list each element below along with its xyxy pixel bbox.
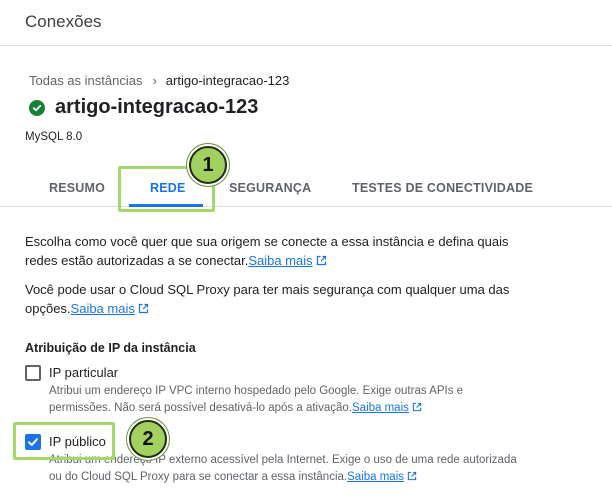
tab-rede[interactable]: REDE bbox=[150, 181, 186, 195]
public-ip-desc-line-2: ou do Cloud SQL Proxy para se conectar a… bbox=[49, 471, 348, 483]
proxy-line-2: opções. bbox=[25, 301, 71, 316]
private-ip-desc-line-2: permissões. Não será possível desativá-l… bbox=[49, 402, 352, 414]
public-ip-description: Atribui um endereço IP externo acessível… bbox=[49, 452, 549, 487]
intro-line-2-row: redes estão autorizadas a se conectar.Sa… bbox=[25, 251, 565, 271]
intro-line-1: Escolha como você quer que sua origem se… bbox=[25, 234, 509, 249]
tab-resumo[interactable]: RESUMO bbox=[49, 181, 105, 195]
public-ip-label: IP público bbox=[49, 434, 106, 449]
page-header: Conexões bbox=[0, 0, 612, 46]
tab-bar: RESUMO REDE SEGURANÇA TESTES DE CONECTIV… bbox=[0, 170, 612, 207]
step-badge-1: 1 bbox=[189, 146, 227, 184]
active-tab-indicator bbox=[129, 204, 203, 207]
page-title: Conexões bbox=[25, 12, 102, 31]
public-ip-checkbox[interactable] bbox=[25, 434, 41, 450]
instance-name: artigo-integracao-123 bbox=[55, 96, 259, 118]
intro-learn-more-link[interactable]: Saiba mais bbox=[248, 253, 312, 268]
intro-paragraph: Escolha como você quer que sua origem se… bbox=[25, 232, 565, 271]
private-ip-description: Atribui um endereço IP VPC interno hospe… bbox=[49, 383, 549, 418]
breadcrumb-current: artigo-integracao-123 bbox=[165, 73, 290, 88]
tab-testes-de-conectividade[interactable]: TESTES DE CONECTIVIDADE bbox=[352, 181, 533, 195]
external-link-icon bbox=[407, 470, 417, 487]
step-badge-2: 2 bbox=[129, 420, 167, 458]
private-ip-desc-line-2-row: permissões. Não será possível desativá-l… bbox=[49, 400, 549, 418]
breadcrumb: Todas as instâncias › artigo-integracao-… bbox=[29, 73, 289, 88]
proxy-line-1: Você pode usar o Cloud SQL Proxy para te… bbox=[25, 282, 510, 297]
tab-seguranca[interactable]: SEGURANÇA bbox=[229, 181, 311, 195]
private-ip-label: IP particular bbox=[49, 365, 119, 380]
proxy-paragraph: Você pode usar o Cloud SQL Proxy para te… bbox=[25, 280, 565, 319]
public-ip-desc-line-2-row: ou do Cloud SQL Proxy para se conectar a… bbox=[49, 469, 549, 487]
private-ip-learn-more-link[interactable]: Saiba mais bbox=[352, 402, 409, 414]
proxy-learn-more-link[interactable]: Saiba mais bbox=[71, 301, 135, 316]
external-link-icon bbox=[138, 300, 149, 319]
external-link-icon bbox=[316, 252, 327, 271]
intro-line-2: redes estão autorizadas a se conectar. bbox=[25, 253, 249, 268]
breadcrumb-separator-icon: › bbox=[152, 73, 157, 88]
breadcrumb-all-instances-link[interactable]: Todas as instâncias bbox=[29, 73, 142, 88]
private-ip-desc-line-1: Atribui um endereço IP VPC interno hospe… bbox=[49, 385, 464, 397]
ip-assignment-title: Atribuição de IP da instância bbox=[25, 341, 196, 355]
database-version: MySQL 8.0 bbox=[25, 131, 83, 143]
instance-header: artigo-integracao-123 bbox=[29, 96, 258, 119]
public-ip-learn-more-link[interactable]: Saiba mais bbox=[347, 471, 404, 483]
checkmark-icon bbox=[28, 438, 38, 446]
proxy-line-2-row: opções.Saiba mais bbox=[25, 299, 565, 319]
public-ip-desc-line-1: Atribui um endereço IP externo acessível… bbox=[49, 454, 517, 466]
external-link-icon bbox=[412, 401, 422, 418]
private-ip-checkbox[interactable] bbox=[25, 365, 41, 381]
check-circle-icon bbox=[29, 99, 45, 116]
